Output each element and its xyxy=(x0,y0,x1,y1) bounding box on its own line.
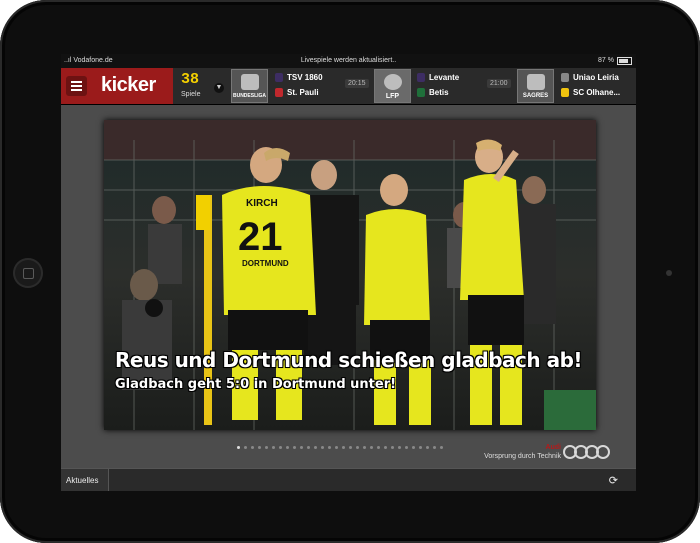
games-selector[interactable]: 38 Spiele ▼ xyxy=(177,71,229,101)
kickoff-time: 20:15 xyxy=(345,79,369,88)
team-crest-icon xyxy=(275,88,283,98)
games-label: Spiele xyxy=(181,91,201,98)
team-crest-icon xyxy=(561,88,569,98)
front-camera xyxy=(666,270,672,276)
ad-brand: Audi xyxy=(545,444,561,451)
pager-dot[interactable] xyxy=(363,446,366,449)
jersey-name: KIRCH xyxy=(246,198,278,209)
pager-dot[interactable] xyxy=(293,446,296,449)
ad-slogan: Vorsprung durch Technik xyxy=(484,453,561,460)
team-crest-icon xyxy=(417,88,425,98)
hero-headline[interactable]: Reus und Dortmund schießen gladbach ab! xyxy=(115,348,583,372)
pager-dot[interactable] xyxy=(335,446,338,449)
pager-dot[interactable] xyxy=(433,446,436,449)
pager-dot[interactable] xyxy=(286,446,289,449)
team-crest-icon xyxy=(275,73,283,83)
pager-dot[interactable] xyxy=(405,446,408,449)
pager-dot[interactable] xyxy=(300,446,303,449)
pager-dot[interactable] xyxy=(412,446,415,449)
pager-dot[interactable] xyxy=(391,446,394,449)
pager-dot[interactable] xyxy=(398,446,401,449)
pager-dot[interactable] xyxy=(349,446,352,449)
battery-icon xyxy=(617,57,632,65)
slide-pager[interactable] xyxy=(237,446,443,449)
tab-aktuelles[interactable]: Aktuelles xyxy=(61,469,109,491)
team-crest-icon xyxy=(417,73,425,83)
team-crest-icon xyxy=(561,73,569,83)
hero-subline: Gladbach geht 5:0 in Dortmund unter! xyxy=(115,377,397,392)
pager-dot[interactable] xyxy=(370,446,373,449)
refresh-icon[interactable]: ⟳ xyxy=(609,474,618,487)
away-team: St. Pauli xyxy=(275,86,319,100)
pager-dot[interactable] xyxy=(272,446,275,449)
pager-dot[interactable] xyxy=(321,446,324,449)
league-label: BUNDESLIGA xyxy=(232,93,267,99)
kickoff-time: 21:00 xyxy=(487,79,511,88)
home-button[interactable] xyxy=(13,258,43,288)
status-message: Livespiele werden aktualisiert.. xyxy=(300,57,397,64)
app-screen: ..ıl Vodafone.de Livespiele werden aktua… xyxy=(61,54,636,491)
match-item[interactable]: Levante Betis 21:00 xyxy=(417,70,517,102)
pager-dot[interactable] xyxy=(426,446,429,449)
home-team: TSV 1860 xyxy=(275,71,323,85)
menu-button[interactable] xyxy=(66,76,87,96)
audi-ad[interactable]: Audi Vorsprung durch Technik xyxy=(449,442,629,464)
pager-dot[interactable] xyxy=(237,446,240,449)
pager-dot[interactable] xyxy=(377,446,380,449)
bottom-toolbar: Aktuelles ⟳ xyxy=(61,468,636,491)
chevron-down-icon[interactable]: ▼ xyxy=(214,83,224,93)
league-label: LFP xyxy=(385,93,400,100)
battery-indicator: 87 % xyxy=(598,54,632,68)
pager-dot[interactable] xyxy=(384,446,387,449)
match-item[interactable]: Uniao Leiria SC Olhane... xyxy=(561,70,636,102)
sagres-logo-icon xyxy=(527,74,545,90)
pager-dot[interactable] xyxy=(440,446,443,449)
kicker-logo[interactable]: kicker xyxy=(101,74,156,97)
pager-dot[interactable] xyxy=(265,446,268,449)
pager-dot[interactable] xyxy=(251,446,254,449)
pager-dot[interactable] xyxy=(328,446,331,449)
league-tab-sagres[interactable]: SAGRES xyxy=(517,69,554,103)
lfp-logo-icon xyxy=(384,74,402,90)
status-bar: ..ıl Vodafone.de Livespiele werden aktua… xyxy=(61,54,636,68)
home-team: Levante xyxy=(417,71,459,85)
games-count: 38 xyxy=(181,71,200,88)
pager-dot[interactable] xyxy=(258,446,261,449)
league-label: SAGRES xyxy=(522,93,549,99)
battery-percent: 87 % xyxy=(598,57,614,64)
top-nav-bar: kicker 38 Spiele ▼ BUNDESLIGA TSV 1860 S… xyxy=(61,68,636,105)
league-tab-lfp[interactable]: LFP xyxy=(374,69,411,103)
pager-dot[interactable] xyxy=(279,446,282,449)
away-team: Betis xyxy=(417,86,449,100)
pager-dot[interactable] xyxy=(356,446,359,449)
audi-rings-icon xyxy=(563,445,615,461)
pager-dot[interactable] xyxy=(307,446,310,449)
pager-dot[interactable] xyxy=(314,446,317,449)
jersey-number: 21 xyxy=(238,215,283,259)
pager-dot[interactable] xyxy=(342,446,345,449)
pager-dot[interactable] xyxy=(419,446,422,449)
bundesliga-logo-icon xyxy=(241,74,259,90)
away-team: SC Olhane... xyxy=(561,86,620,100)
league-tab-bundesliga[interactable]: BUNDESLIGA xyxy=(231,69,268,103)
brand-area: kicker xyxy=(61,68,173,104)
match-item[interactable]: TSV 1860 St. Pauli 20:15 xyxy=(275,70,375,102)
pager-dot[interactable] xyxy=(244,446,247,449)
jersey-sponsor: DORTMUND xyxy=(242,259,289,268)
home-team: Uniao Leiria xyxy=(561,71,619,85)
hero-news-slide[interactable]: KIRCH 21 DORTMUND Reus und Dortmund schi… xyxy=(104,120,596,430)
